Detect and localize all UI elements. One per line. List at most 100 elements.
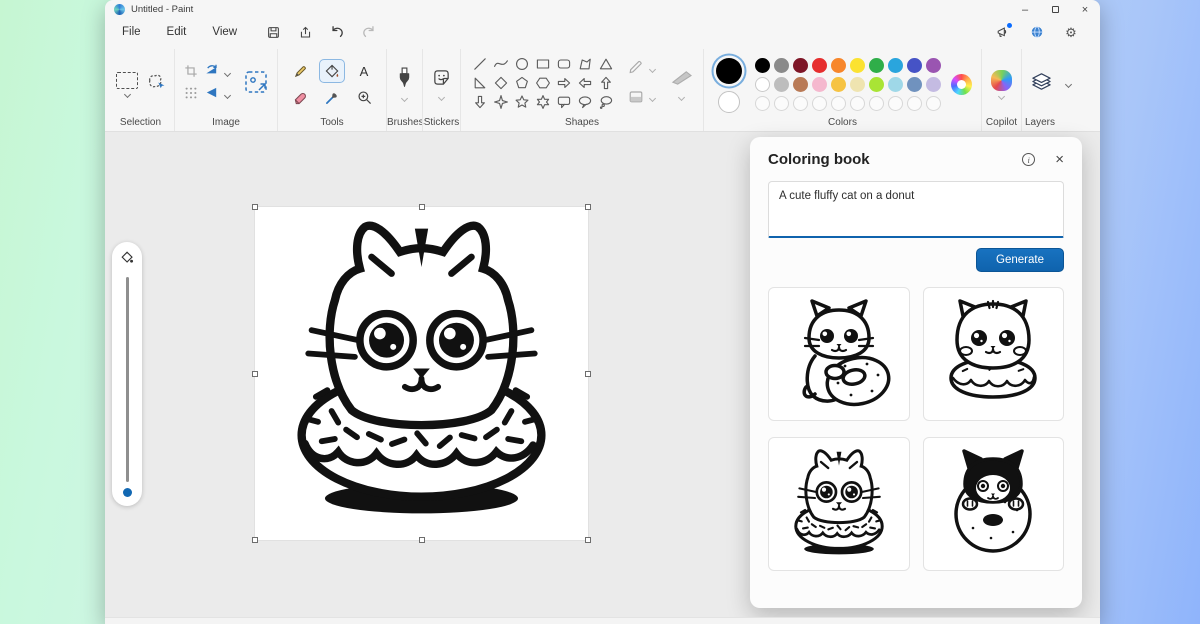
shape-oval-icon[interactable] xyxy=(512,55,532,74)
palette-swatch[interactable] xyxy=(888,58,903,73)
remove-background-icon[interactable] xyxy=(244,70,268,99)
edit-colors-icon[interactable] xyxy=(951,74,972,95)
pattern-icon[interactable] xyxy=(184,86,198,105)
selection-handle-sw[interactable] xyxy=(252,537,258,543)
shape-rectangle-icon[interactable] xyxy=(533,55,553,74)
palette-swatch-empty[interactable] xyxy=(888,96,903,111)
palette-swatch-empty[interactable] xyxy=(755,96,770,111)
fill-tool-icon[interactable] xyxy=(319,59,345,83)
crop-icon[interactable] xyxy=(184,64,198,83)
palette-swatch[interactable] xyxy=(869,77,884,92)
shape-outline-chevron-icon[interactable] xyxy=(649,66,656,73)
canvas-selected-image[interactable] xyxy=(255,207,588,540)
announcements-icon[interactable] xyxy=(996,25,1010,39)
shape-rounded-rectangle-icon[interactable] xyxy=(554,55,574,74)
menu-file[interactable]: File xyxy=(109,23,154,41)
shape-star-6-icon[interactable] xyxy=(533,93,553,112)
palette-swatch[interactable] xyxy=(793,58,808,73)
menu-edit[interactable]: Edit xyxy=(154,23,200,41)
palette-swatch[interactable] xyxy=(926,77,941,92)
palette-swatch-empty[interactable] xyxy=(907,96,922,111)
palette-swatch-empty[interactable] xyxy=(793,96,808,111)
palette-swatch[interactable] xyxy=(907,58,922,73)
rectangle-select-icon[interactable] xyxy=(116,72,138,89)
redo-icon[interactable] xyxy=(362,25,376,39)
thumbnail-2[interactable] xyxy=(923,287,1065,421)
selection-handle-se[interactable] xyxy=(585,537,591,543)
generate-button[interactable]: Generate xyxy=(976,248,1064,272)
palette-swatch-empty[interactable] xyxy=(850,96,865,111)
palette-swatch[interactable] xyxy=(831,77,846,92)
minimize-button[interactable]: – xyxy=(1010,0,1040,19)
shape-star-5-icon[interactable] xyxy=(512,93,532,112)
shape-arrow-left-icon[interactable] xyxy=(575,74,595,93)
thumbnail-1[interactable] xyxy=(768,287,910,421)
shape-callout-oval-icon[interactable] xyxy=(575,93,595,112)
palette-swatch[interactable] xyxy=(907,77,922,92)
palette-swatch[interactable] xyxy=(755,58,770,73)
palette-swatch[interactable] xyxy=(850,77,865,92)
color1-swatch[interactable] xyxy=(716,58,742,84)
eyedropper-tool-icon[interactable] xyxy=(319,85,345,109)
selection-handle-s[interactable] xyxy=(419,537,425,543)
palette-swatch[interactable] xyxy=(926,58,941,73)
selection-handle-e[interactable] xyxy=(585,371,591,377)
shape-fill-icon[interactable] xyxy=(628,88,644,109)
palette-swatch[interactable] xyxy=(888,77,903,92)
shape-arrow-down-icon[interactable] xyxy=(470,93,490,112)
free-form-select-icon[interactable] xyxy=(146,72,165,96)
prompt-input[interactable]: A cute fluffy cat on a donut xyxy=(768,181,1064,238)
shape-star-4-icon[interactable] xyxy=(491,93,511,112)
layers-icon[interactable] xyxy=(1031,71,1052,97)
palette-swatch[interactable] xyxy=(793,77,808,92)
palette-swatch-empty[interactable] xyxy=(812,96,827,111)
shape-line-icon[interactable] xyxy=(470,55,490,74)
canvas-area[interactable]: Coloring book i × A cute fluffy cat on a… xyxy=(105,132,1100,624)
selection-handle-nw[interactable] xyxy=(252,204,258,210)
brushes-chevron-icon[interactable] xyxy=(401,95,408,102)
selection-chevron-icon[interactable] xyxy=(123,90,130,97)
settings-gear-icon[interactable]: ⚙ xyxy=(1064,25,1078,39)
palette-swatch-empty[interactable] xyxy=(774,96,789,111)
stickers-chevron-icon[interactable] xyxy=(438,94,445,101)
shape-pentagon-icon[interactable] xyxy=(512,74,532,93)
shape-hexagon-icon[interactable] xyxy=(533,74,553,93)
palette-swatch[interactable] xyxy=(869,58,884,73)
shape-arrow-right-icon[interactable] xyxy=(554,74,574,93)
save-icon[interactable] xyxy=(266,25,280,39)
shape-right-triangle-icon[interactable] xyxy=(470,74,490,93)
shape-triangle-icon[interactable] xyxy=(596,55,616,74)
shape-style-chevron-icon[interactable] xyxy=(678,94,685,101)
shape-heart-icon[interactable] xyxy=(491,112,511,115)
close-button[interactable]: × xyxy=(1070,0,1100,19)
palette-swatch[interactable] xyxy=(850,58,865,73)
palette-swatch[interactable] xyxy=(812,77,827,92)
panel-close-icon[interactable]: × xyxy=(1055,152,1064,167)
palette-swatch[interactable] xyxy=(774,58,789,73)
rotate-chevron-icon[interactable] xyxy=(224,69,231,76)
palette-swatch-empty[interactable] xyxy=(831,96,846,111)
palette-swatch[interactable] xyxy=(774,77,789,92)
maximize-button[interactable] xyxy=(1040,0,1070,19)
palette-swatch[interactable] xyxy=(812,58,827,73)
palette-swatch[interactable] xyxy=(755,77,770,92)
shape-polygon-icon[interactable] xyxy=(575,55,595,74)
pencil-tool-icon[interactable] xyxy=(287,59,313,83)
share-icon[interactable] xyxy=(298,25,312,39)
flip-chevron-icon[interactable] xyxy=(224,91,231,98)
shape-fill-chevron-icon[interactable] xyxy=(649,95,656,102)
copilot-globe-icon[interactable] xyxy=(1030,25,1044,39)
shape-cloud-icon[interactable] xyxy=(470,112,490,115)
shape-diamond-icon[interactable] xyxy=(491,74,511,93)
rotate-icon[interactable] xyxy=(204,63,219,83)
undo-icon[interactable] xyxy=(330,25,344,39)
info-icon[interactable]: i xyxy=(1022,153,1035,166)
selection-handle-w[interactable] xyxy=(252,371,258,377)
palette-swatch[interactable] xyxy=(831,58,846,73)
ribbon-expand-chevron-icon[interactable] xyxy=(1065,80,1072,87)
menu-view[interactable]: View xyxy=(199,23,250,41)
stickers-icon[interactable] xyxy=(432,68,451,92)
copilot-icon[interactable] xyxy=(991,70,1012,91)
palette-swatch-empty[interactable] xyxy=(869,96,884,111)
eraser-tool-icon[interactable] xyxy=(287,85,313,109)
